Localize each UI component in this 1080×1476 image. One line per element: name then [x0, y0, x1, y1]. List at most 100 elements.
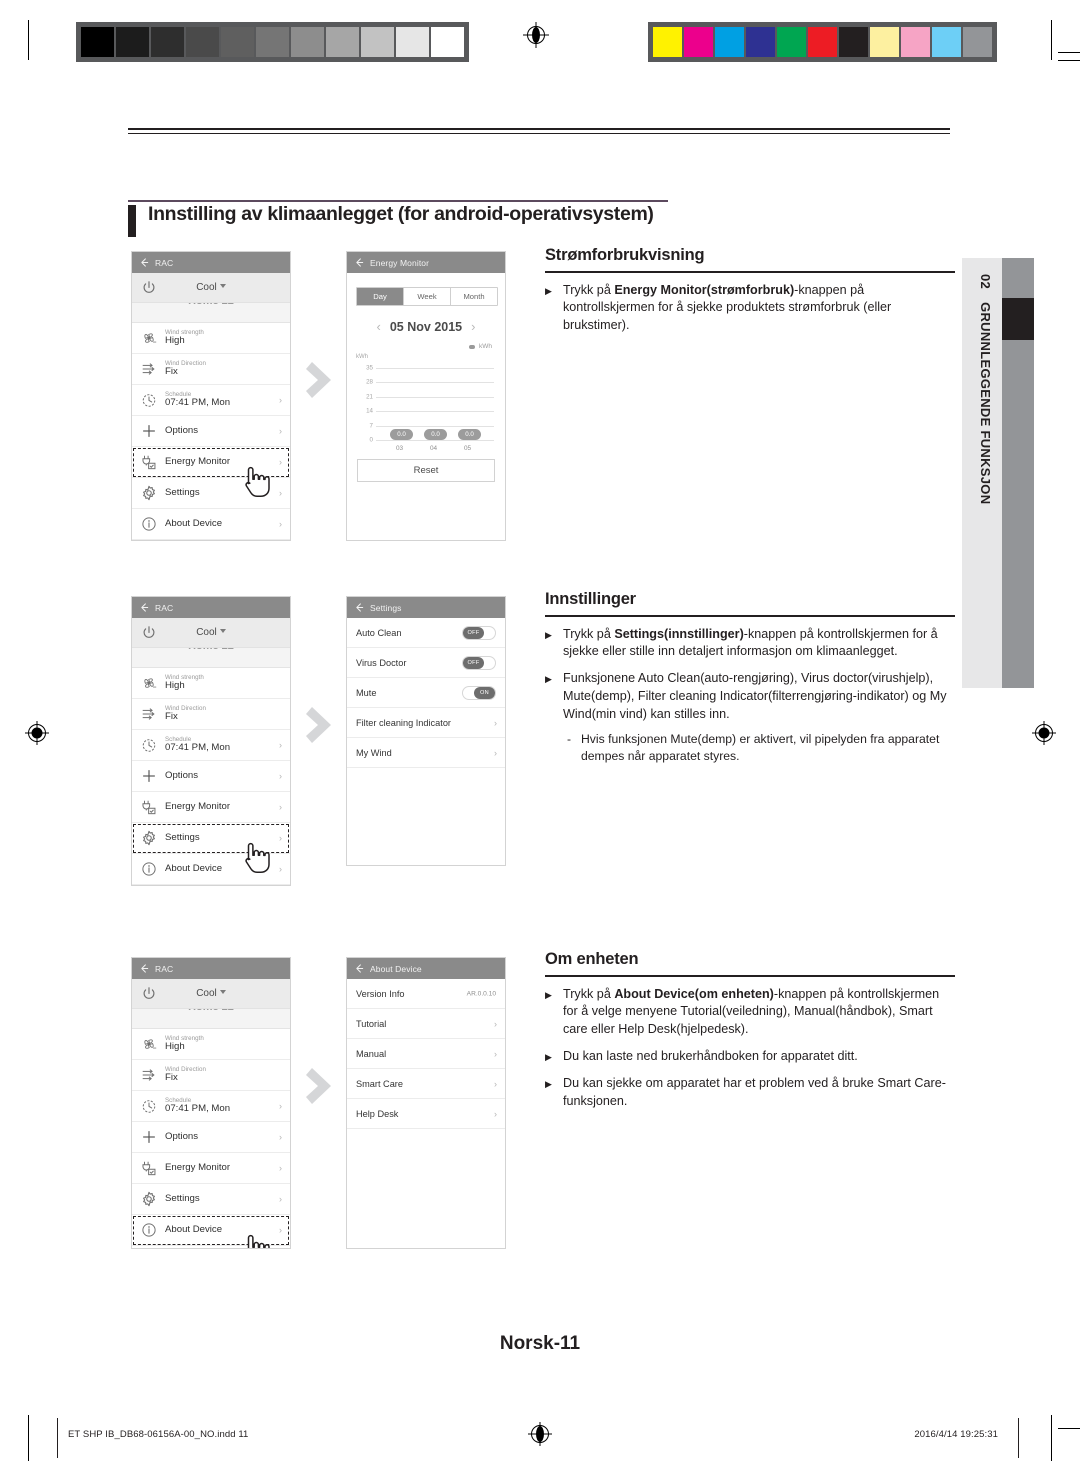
info-icon [140, 515, 158, 533]
back-arrow-icon[interactable] [355, 258, 364, 267]
about-row[interactable]: Smart Care › [347, 1069, 505, 1099]
rac-menu-item[interactable]: Wind Direction Fix [132, 1060, 290, 1091]
rac-menu-item[interactable]: Wind Direction Fix [132, 354, 290, 385]
chevron-right-icon: › [279, 1163, 282, 1173]
about-row[interactable]: Version Info AR.0.0.10 [347, 979, 505, 1009]
rac-menu-item[interactable]: Schedule 07:41 PM, Mon › [132, 1091, 290, 1122]
back-arrow-icon[interactable] [140, 964, 149, 973]
rac-menu-item-label: About Device [165, 1223, 223, 1235]
period-tab-month[interactable]: Month [450, 288, 497, 305]
rac-power-row: Cool [132, 618, 290, 648]
settings-row[interactable]: Virus Doctor OFF [347, 648, 505, 678]
manual-page: Innstilling av klimaanlegget (for androi… [0, 0, 1080, 1476]
rac-power-row: Cool [132, 273, 290, 303]
rac-menu-item-text: Settings [165, 1192, 200, 1204]
about-row[interactable]: Help Desk › [347, 1099, 505, 1129]
rac-menu-item-label: About Device [165, 517, 223, 529]
bullet-text-bold: Settings(innstillinger) [614, 626, 744, 641]
settings-list: Auto Clean OFF Virus Doctor OFF Mute ON Filter… [347, 618, 505, 768]
chevron-right-icon: › [494, 1108, 497, 1119]
rac-menu-item-text: About Device [165, 1223, 223, 1235]
fan-icon [140, 1035, 158, 1053]
bullet-item: ▶ Trykk på Energy Monitor(strømforbruk)-k… [545, 282, 955, 336]
bullet-triangle-icon: ▶ [545, 629, 552, 640]
back-arrow-icon[interactable] [355, 964, 364, 973]
rac-menu-item[interactable]: Options › [132, 416, 290, 447]
rac-menu-item-label: Settings [165, 1192, 200, 1204]
toggle-switch[interactable]: OFF [462, 625, 496, 640]
bar-value-bubble: 0.0 [424, 429, 447, 440]
color-swatch [901, 27, 930, 57]
toggle-switch[interactable]: OFF [462, 655, 496, 670]
footer-timestamp: 2016/4/14 19:25:31 [914, 1429, 998, 1440]
period-tab-week[interactable]: Week [403, 288, 450, 305]
rac-menu-item-text: Wind strength High [165, 329, 204, 347]
gray-swatch [326, 27, 359, 57]
about-row-label: Smart Care [356, 1078, 403, 1089]
crop-mark [1051, 20, 1052, 60]
chevron-right-icon: › [279, 488, 282, 498]
rac-menu-list: Wind strength High Wind Direction Fix Schedu… [132, 1029, 290, 1248]
toggle-knob: OFF [463, 656, 484, 669]
rac-menu-item-text: About Device [165, 863, 222, 874]
bullet-item: ▶ Funksjonene Auto Clean(auto-rengjøring)… [545, 670, 955, 724]
rac-menu-item[interactable]: Wind Direction Fix [132, 699, 290, 730]
section-om-enheten: Om enheten ▶ Trykk på About Device(om enhe… [545, 950, 955, 1111]
color-swatch [932, 27, 961, 57]
gear-icon [140, 484, 158, 502]
chart-gridline [376, 382, 494, 384]
plus-icon [140, 767, 158, 785]
rac-menu-item[interactable]: Energy Monitor › [132, 792, 290, 823]
rac-menu-item[interactable]: Wind strength High [132, 1029, 290, 1060]
bullet-text: Trykk på Settings(innstillinger)-knappen… [563, 626, 955, 662]
bar-value-bubble: 0.0 [458, 429, 481, 440]
rac-menu-item[interactable]: Wind strength High [132, 323, 290, 354]
wind-icon [140, 705, 158, 723]
rac-menu-item[interactable]: About Device › [132, 509, 290, 540]
chevron-right-icon: › [279, 519, 282, 529]
rac-menu-item[interactable]: Options › [132, 1122, 290, 1153]
chevron-right-icon[interactable]: › [471, 319, 475, 334]
y-axis-tick: 35 [366, 364, 373, 372]
mode-selector[interactable]: Cool [132, 988, 290, 999]
phone-rac-energy: RAC Cool Home 22 Wind strengthHigh Wind D… [131, 251, 291, 541]
reset-button[interactable]: Reset [357, 459, 495, 482]
rac-menu-item[interactable]: Wind strength High [132, 668, 290, 699]
chevron-right-icon: › [279, 395, 282, 405]
settings-row[interactable]: Filter cleaning Indicator › [347, 708, 505, 738]
color-swatch [808, 27, 837, 57]
rac-menu-item-label: High [165, 680, 185, 692]
rac-menu-item[interactable]: Options › [132, 761, 290, 792]
about-row[interactable]: Tutorial › [347, 1009, 505, 1039]
mode-selector[interactable]: Cool [132, 627, 290, 638]
mode-selector[interactable]: Cool [132, 282, 290, 293]
gray-swatch [186, 27, 219, 57]
period-tab-day[interactable]: Day [357, 288, 403, 305]
energy-monitor-body: Day Week Month ‹ 05 Nov 2015 › kWh kWh 0 7 1… [347, 273, 505, 490]
rac-menu-item[interactable]: Energy Monitor › [132, 1153, 290, 1184]
rac-menu-item[interactable]: Schedule 07:41 PM, Mon › [132, 385, 290, 416]
temperature-label: Home 22 [132, 303, 290, 307]
back-arrow-icon[interactable] [140, 603, 149, 612]
settings-row[interactable]: Auto Clean OFF [347, 618, 505, 648]
rac-menu-item[interactable]: Schedule 07:41 PM, Mon › [132, 730, 290, 761]
toggle-switch[interactable]: ON [462, 685, 496, 700]
color-calibration-strip [648, 22, 997, 62]
rac-menu-item[interactable]: Settings › [132, 1184, 290, 1215]
chevron-left-icon[interactable]: ‹ [377, 319, 381, 334]
bullet-text-bold: About Device(om enheten) [614, 986, 774, 1001]
back-arrow-icon[interactable] [140, 258, 149, 267]
bullet-text: Du kan sjekke om apparatet har et proble… [563, 1075, 955, 1111]
phone-energy-monitor: Energy Monitor Day Week Month ‹ 05 Nov 201… [346, 251, 506, 541]
fan-icon [140, 674, 158, 692]
chart-gridline [376, 368, 494, 369]
settings-row-label: Filter cleaning Indicator [356, 717, 451, 728]
rac-menu-item-label: Fix [165, 366, 178, 378]
gray-swatch [116, 27, 149, 57]
rac-menu-item-text: Wind strength High [165, 1035, 204, 1053]
settings-row[interactable]: My Wind › [347, 738, 505, 768]
about-row[interactable]: Manual › [347, 1039, 505, 1069]
settings-row[interactable]: Mute ON [347, 678, 505, 708]
back-arrow-icon[interactable] [355, 603, 364, 612]
rac-menu-item-label: High [165, 335, 185, 347]
